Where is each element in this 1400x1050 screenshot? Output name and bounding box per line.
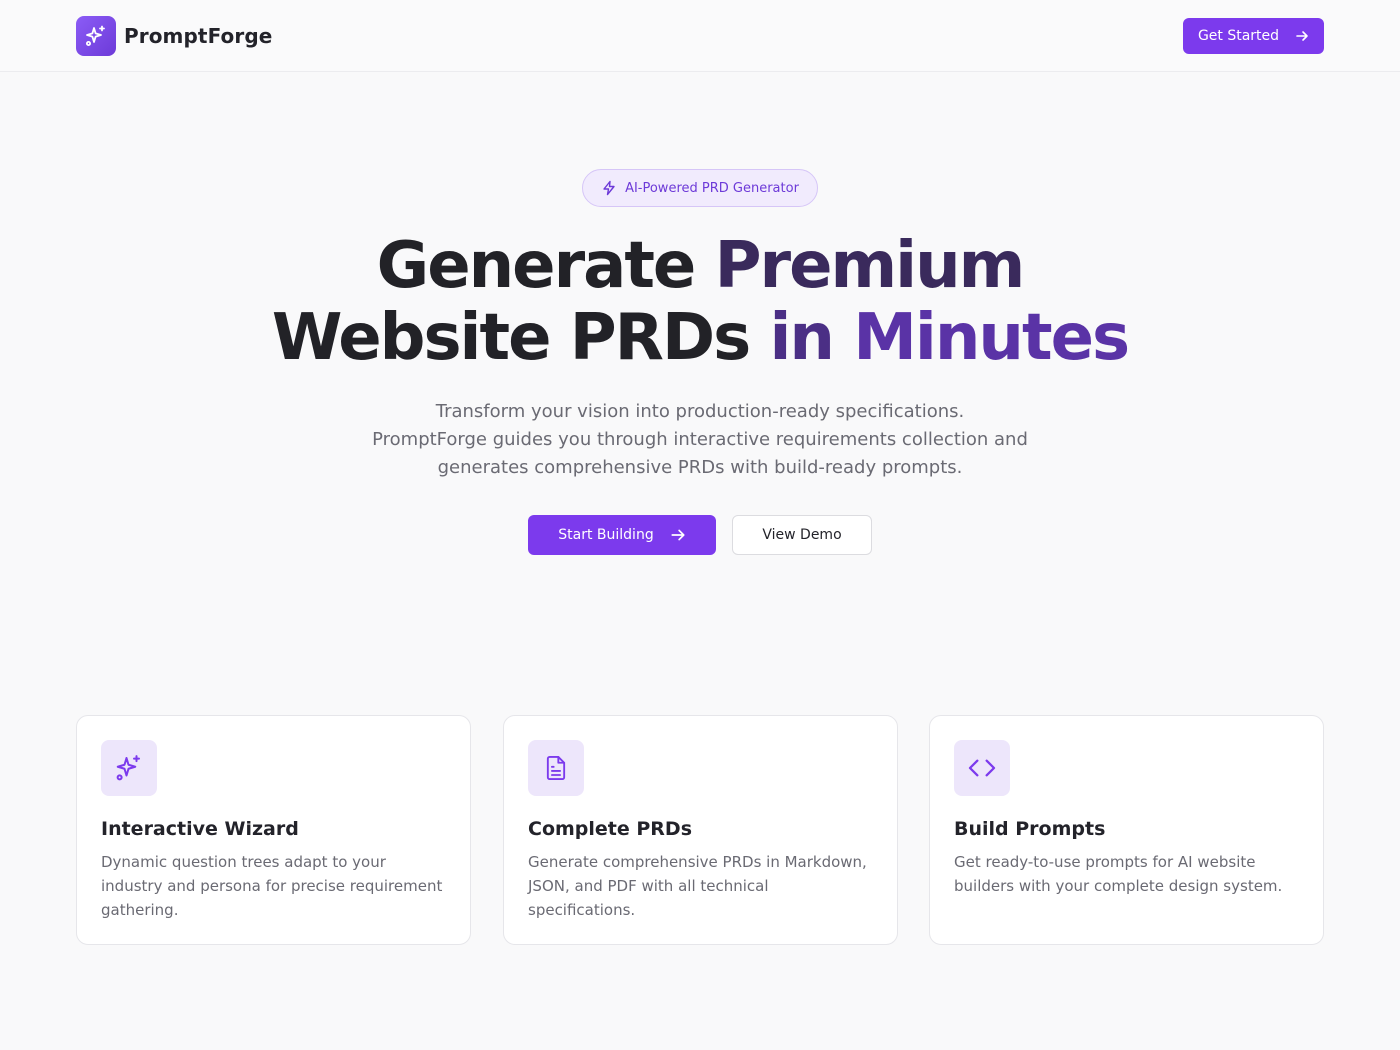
hero-subtitle: Transform your vision into production-re… (330, 398, 1070, 482)
hero-title-part: Generate (376, 229, 715, 303)
start-building-button[interactable]: Start Building (528, 515, 716, 555)
view-demo-button[interactable]: View Demo (732, 515, 872, 555)
feature-description: Dynamic question trees adapt to your ind… (101, 853, 443, 919)
feature-card-interactive-wizard: Interactive Wizard Dynamic question tree… (76, 715, 471, 945)
brand-name: PromptForge (124, 24, 273, 48)
hero-subtitle-line: PromptForge guides you through interacti… (372, 429, 1028, 450)
feature-card-complete-prds: Complete PRDs Generate comprehensive PRD… (503, 715, 898, 945)
hero-title-part: Premium (714, 229, 1026, 303)
hero-title-part: in (769, 301, 854, 375)
brand[interactable]: PromptForge (76, 16, 272, 56)
lightning-icon (601, 180, 617, 196)
get-started-label: Get Started (1197, 28, 1280, 44)
hero-badge: AI-Powered PRD Generator (582, 169, 818, 207)
hero-subtitle-line: Transform your vision into production-re… (435, 401, 965, 422)
sparkles-icon (76, 16, 116, 56)
hero-actions: Start Building View Demo (528, 515, 872, 555)
sparkles-icon (101, 740, 157, 796)
arrow-right-icon (670, 527, 686, 543)
hero-title-part: Website PRDs (271, 301, 770, 375)
start-building-label: Start Building (558, 527, 654, 543)
code-icon (954, 740, 1010, 796)
feature-title: Interactive Wizard (101, 818, 299, 840)
hero-subtitle-line: generates comprehensive PRDs with build-… (437, 457, 963, 478)
feature-card-build-prompts: Build Prompts Get ready-to-use prompts f… (929, 715, 1324, 945)
arrow-right-icon (1295, 29, 1309, 43)
feature-title: Build Prompts (954, 818, 1106, 840)
feature-description: Generate comprehensive PRDs in Markdown,… (528, 853, 867, 919)
hero-title-part: Minutes (853, 301, 1130, 375)
hero-title: Generate Premium Website PRDs in Minutes (200, 230, 1200, 374)
site-header: PromptForge Get Started (0, 0, 1400, 72)
view-demo-label: View Demo (762, 527, 842, 543)
feature-title: Complete PRDs (528, 818, 693, 840)
get-started-button[interactable]: Get Started (1183, 18, 1324, 54)
hero-badge-label: AI-Powered PRD Generator (625, 180, 799, 196)
document-icon (528, 740, 584, 796)
feature-description: Get ready-to-use prompts for AI website … (954, 853, 1283, 895)
